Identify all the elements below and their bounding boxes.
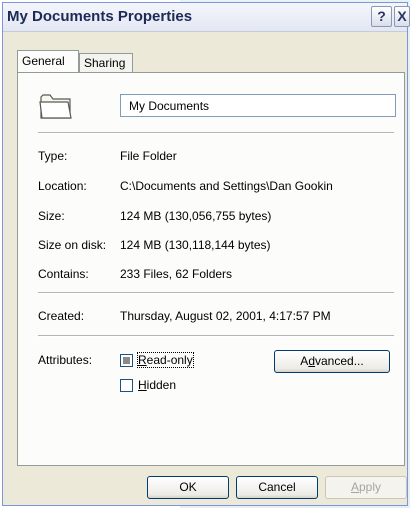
- contains-label: Contains:: [38, 267, 89, 281]
- location-value: C:\Documents and Settings\Dan Gookin: [120, 179, 333, 193]
- tab-general[interactable]: General: [17, 50, 79, 72]
- close-icon: X: [397, 8, 407, 24]
- size-label: Size:: [38, 209, 65, 223]
- location-label: Location:: [38, 179, 87, 193]
- advanced-button[interactable]: Advanced...: [274, 350, 390, 373]
- read-only-mnemonic: R: [138, 353, 147, 367]
- attributes-label: Attributes:: [38, 353, 93, 367]
- type-value: File Folder: [120, 149, 177, 163]
- size-on-disk-label: Size on disk:: [38, 238, 107, 252]
- divider: [38, 335, 394, 337]
- size-value: 124 MB (130,056,755 bytes): [120, 209, 272, 223]
- contains-value: 233 Files, 62 Folders: [120, 267, 233, 281]
- type-label: Type:: [38, 149, 68, 163]
- apply-mnemonic: A: [350, 480, 359, 494]
- size-on-disk-value: 124 MB (130,118,144 bytes): [120, 238, 271, 252]
- window-title: My Documents Properties: [7, 8, 193, 25]
- read-only-label-text: ead-only: [146, 353, 193, 367]
- properties-dialog: My Documents Properties ? X General Shar…: [2, 2, 410, 506]
- help-button[interactable]: ?: [371, 6, 392, 27]
- hidden-label[interactable]: Hidden: [138, 378, 176, 392]
- tab-sharing[interactable]: Sharing: [79, 53, 133, 72]
- created-value: Thursday, August 02, 2001, 4:17:57 PM: [120, 309, 331, 323]
- general-tab-panel: My Documents Type: File Folder Location:…: [17, 72, 405, 466]
- created-label: Created:: [38, 309, 85, 323]
- advanced-mnemonic: d: [308, 354, 315, 368]
- folder-name-field[interactable]: My Documents: [120, 94, 396, 117]
- advanced-label-rest: vanced...: [315, 354, 364, 368]
- hidden-checkbox[interactable]: [120, 379, 133, 392]
- folder-icon: [39, 94, 72, 119]
- apply-label-text: pply: [359, 480, 382, 494]
- ok-button[interactable]: OK: [147, 476, 229, 499]
- title-bar[interactable]: My Documents Properties ? X: [3, 3, 410, 32]
- read-only-label[interactable]: Read-only: [137, 352, 194, 368]
- hidden-mnemonic: H: [138, 378, 147, 392]
- close-button[interactable]: X: [394, 6, 410, 27]
- help-icon: ?: [377, 8, 386, 24]
- divider: [38, 292, 394, 294]
- hidden-label-text: idden: [146, 378, 177, 392]
- read-only-checkbox[interactable]: [120, 354, 133, 367]
- apply-button[interactable]: Apply: [325, 476, 407, 499]
- divider: [38, 132, 394, 134]
- cancel-button[interactable]: Cancel: [236, 476, 318, 499]
